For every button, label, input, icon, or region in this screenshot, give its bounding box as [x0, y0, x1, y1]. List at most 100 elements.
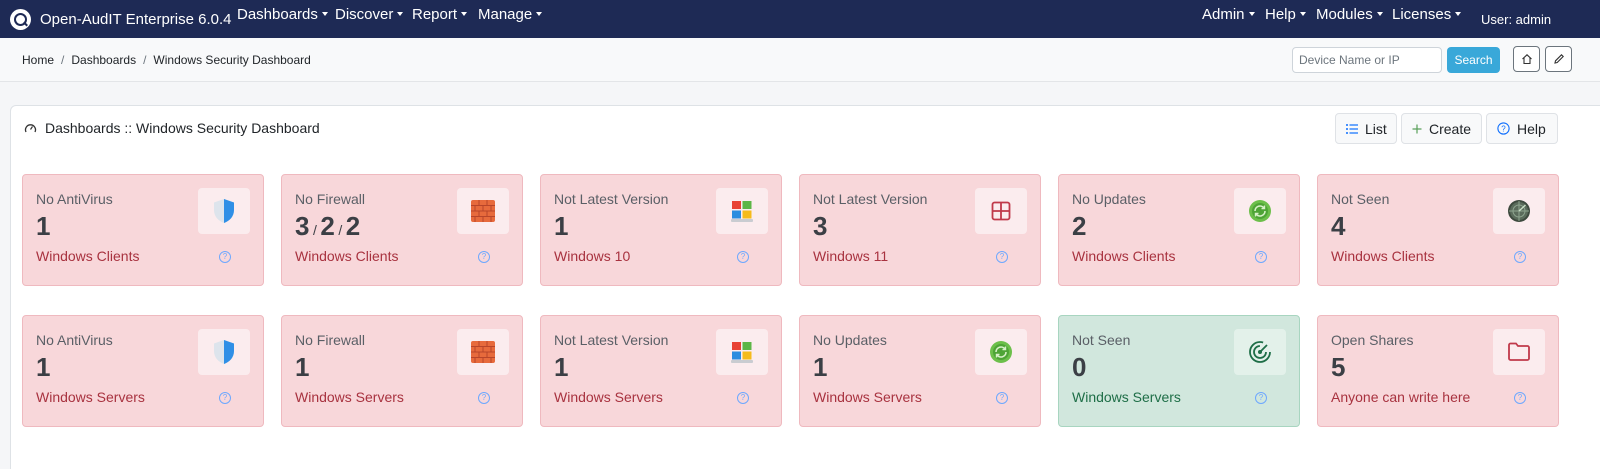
device-search-input[interactable] — [1292, 47, 1442, 73]
tile-value: 4 — [1331, 211, 1346, 241]
windows-logo-icon — [716, 329, 768, 375]
radar-icon — [1493, 188, 1545, 234]
breadcrumb-bar: Home / Dashboards / Windows Security Dashboa… — [0, 38, 1600, 82]
tile-clients-no-antivirus[interactable]: No AntiVirus 1 Windows Clients ? — [22, 174, 264, 286]
svg-text:?: ? — [1501, 124, 1506, 133]
tile-label: No AntiVirus — [36, 191, 113, 207]
tile-servers-no-firewall[interactable]: No Firewall 1 Windows Servers ? — [281, 315, 523, 427]
nav-admin[interactable]: Admin — [1202, 0, 1255, 38]
nav-licenses[interactable]: Licenses — [1392, 0, 1462, 38]
breadcrumb-separator: / — [61, 53, 65, 67]
tile-label: No Firewall — [295, 332, 366, 348]
nav-dashboards[interactable]: Dashboards — [237, 0, 328, 38]
caret-down-icon — [461, 12, 468, 17]
update-icon — [1234, 188, 1286, 234]
tile-value-part: 2 — [345, 211, 361, 241]
help-button[interactable]: ? Help — [1486, 113, 1558, 144]
tile-clients-not-seen[interactable]: Not Seen 4 Windows Clients ? — [1317, 174, 1559, 286]
nav-discover[interactable]: Discover — [335, 0, 404, 38]
tile-subtitle: Windows Servers — [813, 389, 922, 405]
nav-help[interactable]: Help — [1265, 0, 1306, 38]
tile-servers-no-antivirus[interactable]: No AntiVirus 1 Windows Servers ? — [22, 315, 264, 427]
tile-subtitle: Windows Clients — [1331, 248, 1435, 264]
tile-windows10-not-latest[interactable]: Not Latest Version 1 Windows 10 ? — [540, 174, 782, 286]
tile-value-part: 2 — [320, 211, 336, 241]
app-title: Open-AudIT Enterprise 6.0.4 — [40, 10, 232, 28]
create-button[interactable]: Create — [1401, 113, 1482, 144]
dashboard-title-text: Dashboards :: Windows Security Dashboard — [45, 120, 320, 136]
brand[interactable]: Open-AudIT Enterprise 6.0.4 — [10, 5, 232, 33]
tile-subtitle: Windows Servers — [1072, 389, 1181, 405]
breadcrumb-home[interactable]: Home — [22, 53, 54, 67]
nav-report[interactable]: Report — [412, 0, 468, 38]
home-icon — [1521, 54, 1532, 65]
tile-value: 2 — [1072, 211, 1087, 241]
breadcrumb-dashboards[interactable]: Dashboards — [71, 53, 136, 67]
tile-servers-no-updates[interactable]: No Updates 1 Windows Servers ? — [799, 315, 1041, 427]
help-circle-icon[interactable]: ? — [1514, 251, 1526, 263]
pencil-icon — [1553, 54, 1564, 64]
shield-icon — [198, 188, 250, 234]
list-button[interactable]: List — [1335, 113, 1397, 144]
tile-label: No Firewall — [295, 191, 366, 207]
help-circle-icon[interactable]: ? — [1255, 251, 1267, 263]
breadcrumb-current: Windows Security Dashboard — [153, 53, 311, 67]
dashboard-title: Dashboards :: Windows Security Dashboard — [24, 120, 320, 136]
help-circle-icon[interactable]: ? — [478, 251, 490, 263]
caret-down-icon — [1376, 12, 1383, 17]
tile-subtitle: Windows Clients — [295, 248, 399, 264]
value-separator: / — [338, 222, 343, 238]
edit-button[interactable] — [1545, 46, 1572, 72]
tile-label: Not Latest Version — [813, 191, 928, 207]
tile-value: 1 — [36, 211, 51, 241]
firewall-icon — [457, 188, 509, 234]
caret-down-icon — [1248, 12, 1255, 17]
tile-value: 3/2/2 — [295, 211, 361, 242]
help-circle-icon[interactable]: ? — [219, 251, 231, 263]
tile-clients-no-updates[interactable]: No Updates 2 Windows Clients ? — [1058, 174, 1300, 286]
tile-open-shares[interactable]: Open Shares 5 Anyone can write here ? — [1317, 315, 1559, 427]
breadcrumb: Home / Dashboards / Windows Security Dashboa… — [22, 53, 311, 67]
tile-subtitle: Windows Clients — [1072, 248, 1176, 264]
windows-outline-icon — [975, 188, 1027, 234]
caret-down-icon — [397, 12, 404, 17]
search-button[interactable]: Search — [1447, 47, 1500, 73]
tile-value: 1 — [295, 352, 310, 382]
breadcrumb-separator: / — [143, 53, 147, 67]
tile-subtitle: Windows Clients — [36, 248, 140, 264]
help-circle-icon[interactable]: ? — [737, 251, 749, 263]
nav-manage[interactable]: Manage — [478, 0, 543, 38]
tile-label: No Updates — [1072, 191, 1146, 207]
home-button[interactable] — [1513, 46, 1540, 72]
tile-label: Not Latest Version — [554, 191, 669, 207]
help-circle-icon[interactable]: ? — [737, 392, 749, 404]
help-circle-icon[interactable]: ? — [1514, 392, 1526, 404]
tile-value: 5 — [1331, 352, 1346, 382]
help-circle-icon[interactable]: ? — [219, 392, 231, 404]
tile-subtitle: Windows 10 — [554, 248, 631, 264]
caret-down-icon — [1455, 12, 1462, 17]
help-circle-icon[interactable]: ? — [1255, 392, 1267, 404]
tile-value: 0 — [1072, 352, 1087, 382]
help-circle-icon[interactable]: ? — [996, 392, 1008, 404]
speedometer-icon — [24, 123, 37, 132]
help-circle-icon[interactable]: ? — [478, 392, 490, 404]
tile-label: Not Latest Version — [554, 332, 669, 348]
user-menu[interactable]: User: admin — [1481, 12, 1551, 27]
caret-down-icon — [536, 12, 543, 17]
caret-down-icon — [321, 12, 328, 17]
tile-subtitle: Windows Servers — [554, 389, 663, 405]
help-circle-icon[interactable]: ? — [996, 251, 1008, 263]
tile-subtitle: Anyone can write here — [1331, 389, 1471, 405]
tile-clients-no-firewall[interactable]: No Firewall 3/2/2 Windows Clients ? — [281, 174, 523, 286]
tile-servers-not-seen[interactable]: Not Seen 0 Windows Servers ? — [1058, 315, 1300, 427]
tile-servers-not-latest[interactable]: Not Latest Version 1 Windows Servers ? — [540, 315, 782, 427]
tile-value: 1 — [554, 211, 569, 241]
question-circle-icon: ? — [1497, 122, 1510, 135]
tile-value: 1 — [554, 352, 569, 382]
tile-windows11-not-latest[interactable]: Not Latest Version 3 Windows 11 ? — [799, 174, 1041, 286]
nav-modules[interactable]: Modules — [1316, 0, 1383, 38]
tile-label: No AntiVirus — [36, 332, 113, 348]
tile-label: Not Seen — [1072, 332, 1131, 348]
tile-subtitle: Windows Servers — [36, 389, 145, 405]
